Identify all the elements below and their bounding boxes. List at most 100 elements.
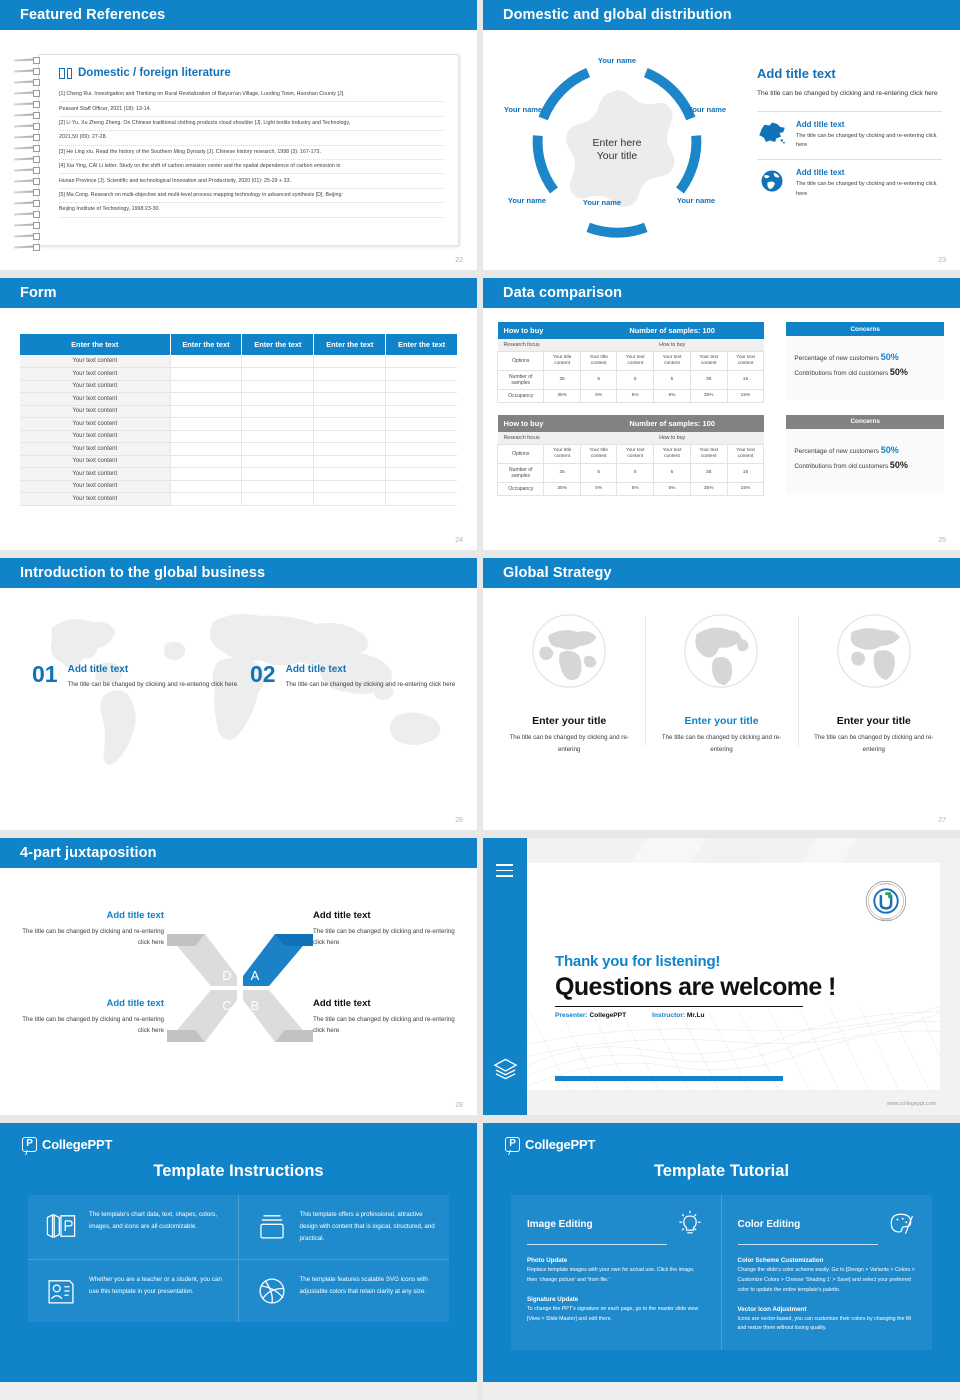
- instruction-item: The template's chart data, text, shapes,…: [28, 1195, 239, 1261]
- quad-item: Add title text The title can be changed …: [313, 910, 463, 949]
- option-cell: Your text content: [653, 443, 691, 464]
- value-cell: 5: [653, 369, 691, 390]
- slide-template-instructions[interactable]: CollegePPT Template Instructions The tem…: [0, 1123, 477, 1400]
- value-cell: 5: [579, 369, 618, 390]
- slide-domestic-global-distribution[interactable]: Domestic and global distribution Enter h…: [483, 0, 960, 270]
- thank-you-card: ★ ★ ★ ★ ★ UNIVERSITY Thank you for liste…: [527, 863, 940, 1090]
- tutorial-body: Icons are vector-based, you can customiz…: [737, 1315, 911, 1332]
- node-caption: Your name: [582, 198, 622, 207]
- table-cell-label: Your text content: [20, 430, 171, 443]
- table-cell: [313, 480, 387, 493]
- table-row: Your text content: [20, 405, 457, 418]
- website-url: www.collegeppt.com: [886, 1101, 936, 1107]
- slide-title: Template Instructions: [153, 1162, 324, 1180]
- detail-row-body: The title can be changed by clicking and…: [796, 132, 937, 149]
- form-table-body: Your text content Your text content Your t…: [20, 355, 457, 506]
- row-gap: [0, 550, 960, 558]
- table-header-row: How to buy Number of samples: 100: [497, 322, 764, 339]
- reference-line: 2021,50 (09): 27-28.: [59, 131, 444, 146]
- value-cell: 5%: [616, 481, 655, 496]
- comparison-table: How to buy Number of samples: 100 Resear…: [496, 414, 765, 496]
- reference-card-title: Domestic / foreign literature: [78, 67, 231, 79]
- table-cell: [313, 367, 387, 381]
- quad-item: Add title text The title can be changed …: [14, 910, 164, 949]
- header-rule: [0, 308, 477, 310]
- row-label: Options: [496, 443, 545, 464]
- form-table: Enter the text Enter the text Enter the …: [20, 334, 457, 506]
- slide-form[interactable]: Form Enter the text Enter the text Enter…: [0, 278, 477, 550]
- slide-title: 4-part juxtaposition: [20, 845, 157, 861]
- quad-body: The title can be changed by clicking and…: [313, 1016, 455, 1035]
- header-rule: [0, 30, 477, 32]
- slide-data-comparison[interactable]: Data comparison How to buy Number of sam…: [483, 278, 960, 550]
- slide-thank-you[interactable]: ★ ★ ★ ★ ★ UNIVERSITY Thank you for liste…: [483, 838, 960, 1115]
- concerns-body: Percentage of new customers 50% Contribu…: [786, 428, 944, 493]
- comparison-table: How to buy Number of samples: 100 Resear…: [496, 322, 765, 403]
- concerns-body: Percentage of new customers 50% Contribu…: [786, 336, 944, 400]
- slide-4-part-juxtaposition[interactable]: 4-part juxtaposition Add title text The …: [0, 838, 477, 1115]
- table-cell-label: Your text content: [20, 455, 171, 468]
- thank-you-text-block: Thank you for listening! Questions are w…: [555, 953, 836, 1019]
- table-row: Your text content: [20, 355, 457, 368]
- brand-logo: CollegePPT: [22, 1137, 455, 1155]
- table-cell: [241, 392, 315, 406]
- table-cell: [170, 467, 243, 481]
- value-cell: 35%: [543, 388, 581, 403]
- table-cell: [170, 405, 243, 418]
- table-cell: [385, 430, 457, 443]
- tutorial-subheading: Signature Update: [527, 1295, 579, 1303]
- concerns-panel: Concerns Percentage of new customers 50%…: [786, 414, 944, 496]
- basketball-icon: [258, 1278, 285, 1304]
- detail-row-body: The title can be changed by clicking and…: [796, 181, 937, 197]
- table-cell: [241, 430, 315, 443]
- quad-body: The title can be changed by clicking and…: [22, 1016, 164, 1035]
- option-cell: Your text content: [616, 443, 655, 464]
- table-cell-label: Your text content: [20, 405, 171, 418]
- node-caption: Your name: [597, 56, 637, 65]
- comparison-block: How to buy Number of samples: 100 Resear…: [496, 322, 944, 403]
- page-number: 23: [938, 257, 946, 264]
- row-gap: [0, 830, 960, 838]
- quad-letter-b: B: [251, 998, 260, 1013]
- subheader-right: How to buy: [580, 431, 764, 445]
- table-cell: [170, 392, 243, 406]
- column-header: Enter the text: [241, 334, 315, 355]
- thank-you-headline: Thank you for listening!: [555, 953, 721, 970]
- collegeppt-mark-icon: [505, 1137, 520, 1155]
- tutorial-panel: Image Editing Photo Update Replace templ…: [511, 1195, 932, 1351]
- slide-global-strategy[interactable]: Global Strategy Enter your title The tit…: [483, 558, 960, 830]
- reference-line: Peasant Staff Officer, 2021 (18): 13-14.: [59, 102, 444, 117]
- ppt-pages-icon: [46, 1213, 76, 1239]
- slide-template-tutorial[interactable]: CollegePPT Template Tutorial Image Editi…: [483, 1123, 960, 1400]
- item-body: The title can be changed by clicking and…: [67, 681, 238, 688]
- instruction-text: The template features scalable SVG icons…: [299, 1276, 428, 1296]
- column-header: Enter the text: [385, 334, 457, 355]
- box-icon: [259, 1215, 284, 1239]
- reference-card-wrapper: Domestic / foreign literature [1] Cheng …: [14, 54, 459, 251]
- value-cell: 35%: [689, 481, 728, 496]
- slide-global-business[interactable]: Introduction to the global business 01 A…: [0, 558, 477, 830]
- table-cell: [313, 442, 387, 456]
- strategy-column: Enter your title The title can be change…: [645, 608, 797, 756]
- option-cell: Your text content: [653, 351, 691, 371]
- table-cell: [385, 480, 457, 493]
- distribution-detail-panel: Add title text The title can be changed …: [753, 48, 942, 253]
- strategy-column: Enter your title The title can be change…: [493, 608, 645, 756]
- tutorial-subheading: Photo Update: [527, 1257, 568, 1265]
- table-cell: [241, 355, 315, 368]
- value-cell: 35%: [689, 388, 728, 403]
- table-cell: [313, 405, 387, 418]
- table-cell: [241, 467, 315, 481]
- page-number: 27: [938, 817, 946, 824]
- quad-item: Add title text The title can be changed …: [14, 998, 164, 1037]
- option-cell: Your title content: [579, 351, 618, 371]
- concerns-title: Concerns: [786, 322, 944, 336]
- column-header: Enter the text: [170, 334, 243, 355]
- instruction-text: This template offers a professional, att…: [299, 1211, 435, 1243]
- page-number: 28: [455, 1102, 463, 1109]
- tutorial-column: Image Editing Photo Update Replace templ…: [511, 1195, 722, 1351]
- hamburger-icon[interactable]: [496, 864, 513, 881]
- slide-featured-references[interactable]: Featured References Domestic / foreign l…: [0, 0, 477, 270]
- table-cell: [313, 467, 387, 481]
- instruction-item: Whether you are a teacher or a student, …: [28, 1260, 239, 1323]
